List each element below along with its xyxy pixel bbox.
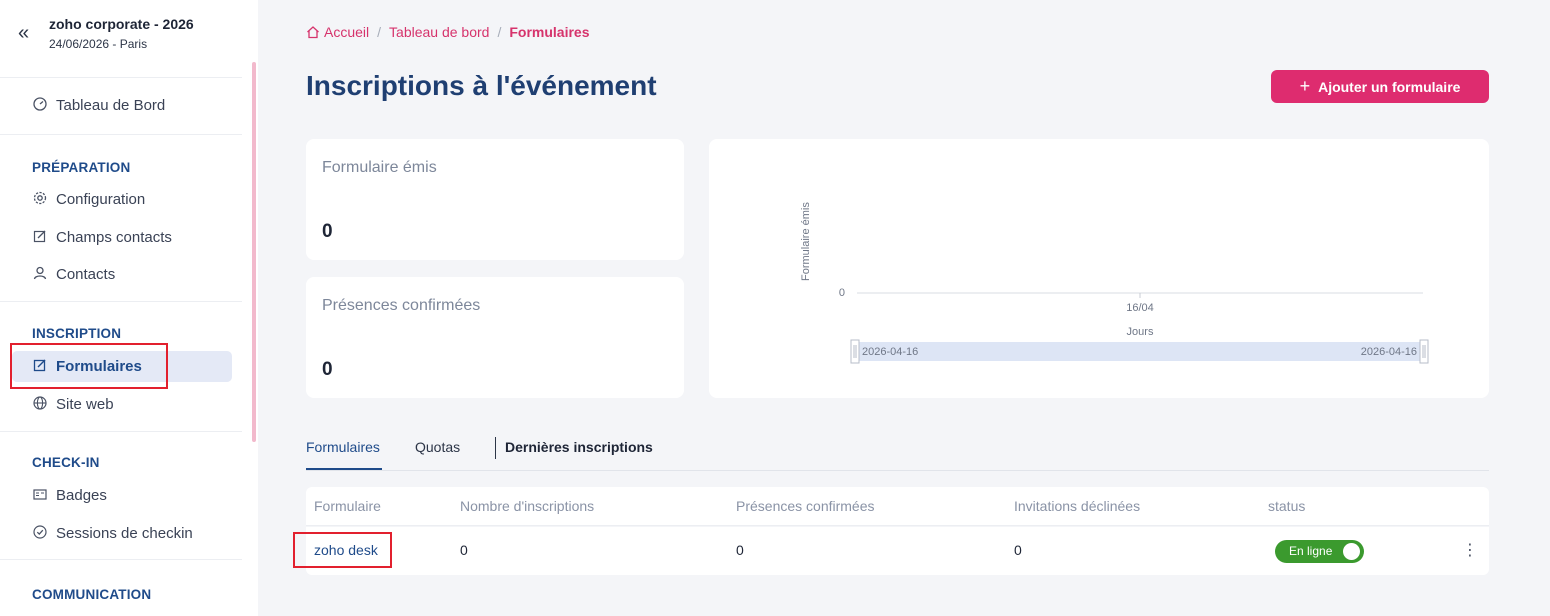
stat-label: Présences confirmées	[322, 297, 481, 314]
home-icon[interactable]	[306, 25, 320, 39]
breadcrumb: Accueil / Tableau de bord / Formulaires	[306, 24, 589, 40]
highlight-box-formulaires	[10, 343, 168, 389]
add-form-label: Ajouter un formulaire	[1318, 78, 1461, 95]
tab-divider	[495, 437, 496, 459]
column-header: Nombre d'inscriptions	[460, 498, 595, 514]
confirmed-count: 0	[736, 542, 744, 558]
sidebar-item-label: Contacts	[56, 265, 116, 283]
sidebar-item-label: Configuration	[56, 190, 146, 208]
section-title-preparation: PRÉPARATION	[32, 160, 131, 175]
sidebar-item-label: Badges	[56, 486, 107, 504]
event-header: « zoho corporate - 2026 24/06/2026 - Par…	[0, 0, 242, 78]
add-form-button[interactable]: + Ajouter un formulaire	[1271, 70, 1489, 103]
event-date: 24/06/2026 - Paris	[49, 37, 148, 51]
x-tick-label: 16/04	[1126, 302, 1154, 314]
divider	[0, 134, 242, 135]
sidebar-item-configuration[interactable]: Configuration	[32, 188, 145, 210]
sidebar-item-dashboard[interactable]: Tableau de Bord	[32, 94, 165, 116]
check-circle-icon	[32, 524, 48, 542]
sidebar-item-label: Champs contacts	[56, 228, 172, 246]
tab-formulaires[interactable]: Formulaires	[306, 439, 380, 455]
sidebar-item-sessions-checkin[interactable]: Sessions de checkin	[32, 522, 193, 544]
section-title-inscription: INSCRIPTION	[32, 326, 122, 341]
breadcrumb-separator: /	[497, 24, 502, 40]
gauge-icon	[32, 96, 48, 114]
y-axis-label: Formulaire émis	[800, 202, 812, 281]
range-end-label: 2026-04-16	[1361, 346, 1417, 358]
edit-icon	[32, 229, 48, 246]
column-header: Présences confirmées	[736, 498, 875, 514]
divider	[0, 301, 242, 302]
sidebar-item-champs-contacts[interactable]: Champs contacts	[32, 226, 172, 248]
column-header: status	[1268, 498, 1306, 514]
sidebar-item-label: Sessions de checkin	[56, 524, 193, 542]
stat-value: 0	[322, 359, 333, 380]
badge-icon	[32, 487, 48, 504]
table-row: zoho desk 0 0 0 En ligne ⋮	[306, 527, 1489, 575]
sidebar-item-contacts[interactable]: Contacts	[32, 263, 115, 285]
collapse-sidebar-icon[interactable]: «	[18, 22, 29, 45]
sidebar-item-site-web[interactable]: Site web	[32, 393, 114, 415]
sidebar: « zoho corporate - 2026 24/06/2026 - Par…	[0, 0, 258, 616]
stat-value: 0	[322, 221, 333, 242]
y-tick-label: 0	[839, 287, 845, 299]
plus-icon: +	[1299, 76, 1311, 96]
tab-dernieres-inscriptions[interactable]: Dernières inscriptions	[505, 439, 653, 455]
chart: Formulaire émis 0 16/04 Jours 2026-04-16…	[800, 202, 1429, 364]
page-title: Inscriptions à l'événement	[306, 70, 657, 101]
breadcrumb-separator: /	[377, 24, 382, 40]
highlight-box-form-link	[293, 532, 392, 568]
user-icon	[32, 266, 48, 283]
more-options-icon[interactable]: ⋮	[1462, 540, 1478, 560]
range-slider-handle-right	[1419, 339, 1429, 364]
registrations-count: 0	[460, 542, 468, 558]
sidebar-item-badges[interactable]: Badges	[32, 484, 107, 506]
chart-card: Formulaire émis 0 16/04 Jours 2026-04-16…	[709, 139, 1489, 398]
tab-quotas[interactable]: Quotas	[415, 439, 460, 455]
column-header: Invitations déclinées	[1014, 498, 1141, 514]
toggle-knob	[1343, 543, 1360, 560]
range-start-label: 2026-04-16	[862, 346, 918, 358]
range-slider-track	[854, 342, 1424, 361]
sidebar-item-label: Site web	[56, 395, 114, 413]
active-tab-indicator	[306, 468, 382, 470]
breadcrumb-current: Formulaires	[509, 24, 590, 40]
range-slider-handle-left	[850, 339, 860, 364]
gear-icon	[32, 191, 48, 208]
section-title-checkin: CHECK-IN	[32, 455, 100, 470]
breadcrumb-dashboard[interactable]: Tableau de bord	[389, 24, 489, 40]
status-toggle[interactable]: En ligne	[1275, 540, 1364, 563]
sidebar-item-label: Tableau de Bord	[56, 96, 166, 114]
event-name: zoho corporate - 2026	[49, 16, 194, 32]
divider	[0, 431, 242, 432]
declined-count: 0	[1014, 542, 1022, 558]
breadcrumb-home[interactable]: Accueil	[324, 24, 369, 40]
stat-card-issued: Formulaire émis 0	[306, 139, 684, 260]
globe-icon	[32, 395, 48, 413]
section-title-communication: COMMUNICATION	[32, 587, 152, 602]
table-header: Formulaire Nombre d'inscriptions Présenc…	[306, 487, 1489, 526]
status-label: En ligne	[1289, 544, 1333, 558]
stat-label: Formulaire émis	[322, 159, 437, 176]
tab-bar: Formulaires Quotas Dernières inscription…	[306, 437, 1489, 471]
column-header: Formulaire	[314, 498, 381, 514]
sidebar-scrollbar[interactable]	[252, 62, 256, 442]
x-axis-label: Jours	[1127, 326, 1154, 338]
stat-card-confirmed: Présences confirmées 0	[306, 277, 684, 398]
divider	[0, 559, 242, 560]
